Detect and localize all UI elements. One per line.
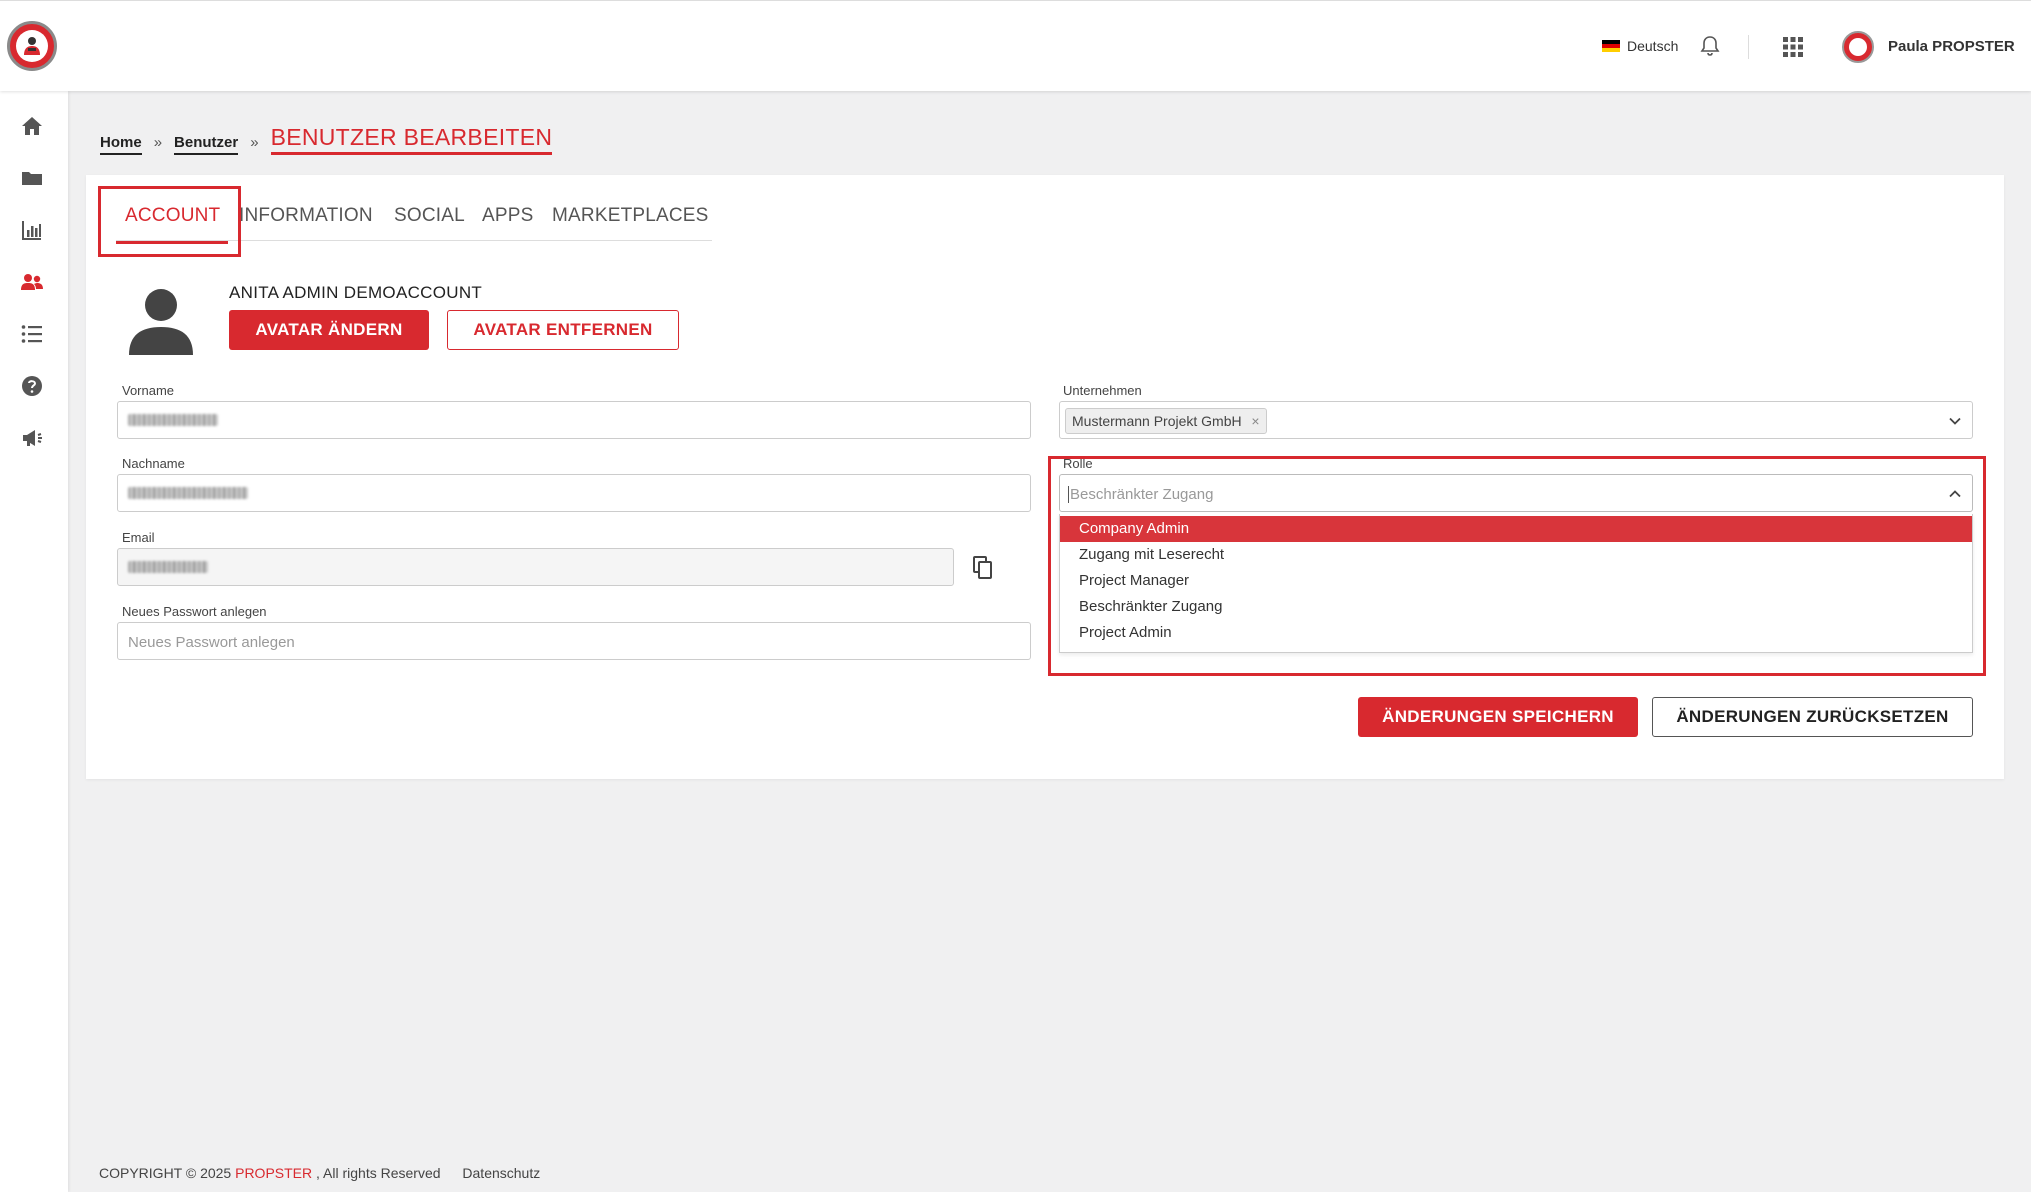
folder-icon[interactable] — [19, 165, 45, 191]
email-label: Email — [122, 530, 155, 545]
apps-grid-icon[interactable] — [1783, 37, 1803, 57]
copy-icon[interactable] — [972, 556, 994, 580]
logo-figure-icon — [24, 37, 40, 55]
email-value-redacted — [128, 561, 208, 573]
role-option-read-access[interactable]: Zugang mit Leserecht — [1060, 542, 1972, 568]
breadcrumb-home-link[interactable]: Home — [100, 134, 142, 155]
role-select[interactable]: Beschränkter Zugang — [1059, 474, 1973, 512]
breadcrumb: Home » Benutzer » BENUTZER BEARBEITEN — [100, 124, 553, 155]
password-placeholder: Neues Passwort anlegen — [128, 634, 295, 651]
tab-bar: ACCOUNT INFORMATION SOCIAL APPS MARKETPL… — [116, 205, 712, 241]
nachname-input[interactable] — [117, 474, 1031, 512]
breadcrumb-users-link[interactable]: Benutzer — [174, 134, 239, 155]
footer-brand-link[interactable]: PROPSTER — [235, 1165, 312, 1181]
privacy-link[interactable]: Datenschutz — [462, 1165, 540, 1181]
remove-avatar-button[interactable]: AVATAR ENTFERNEN — [447, 310, 679, 350]
tab-marketplaces[interactable]: MARKETPLACES — [552, 205, 709, 227]
chevron-down-icon — [1949, 417, 1961, 425]
list-icon[interactable] — [19, 321, 45, 347]
language-label: Deutsch — [1627, 38, 1679, 54]
breadcrumb-separator: » — [250, 134, 259, 151]
edit-user-card: ACCOUNT INFORMATION SOCIAL APPS MARKETPL… — [86, 175, 2004, 779]
nachname-value-redacted — [128, 487, 248, 499]
german-flag-icon — [1602, 40, 1620, 52]
user-name[interactable]: Paula PROPSTER — [1888, 38, 2015, 55]
change-avatar-button[interactable]: AVATAR ÄNDERN — [229, 310, 429, 350]
notification-bell-icon[interactable] — [1698, 34, 1722, 58]
company-label: Unternehmen — [1063, 383, 1142, 398]
user-avatar-placeholder-icon — [129, 289, 193, 355]
propster-logo[interactable] — [7, 21, 57, 71]
vorname-label: Vorname — [122, 383, 175, 398]
active-tab-indicator — [116, 241, 228, 244]
chart-icon[interactable] — [19, 217, 45, 243]
new-password-input[interactable]: Neues Passwort anlegen — [117, 622, 1031, 660]
save-changes-button[interactable]: ÄNDERUNGEN SPEICHERN — [1358, 697, 1638, 737]
header-divider — [1748, 35, 1749, 59]
role-option-project-admin[interactable]: Project Admin — [1060, 620, 1972, 646]
breadcrumb-separator: » — [153, 134, 163, 151]
tab-social[interactable]: SOCIAL — [394, 205, 465, 227]
reset-changes-button[interactable]: ÄNDERUNGEN ZURÜCKSETZEN — [1652, 697, 1973, 737]
users-icon[interactable] — [19, 269, 45, 295]
company-chip-label: Mustermann Projekt GmbH — [1072, 413, 1242, 429]
rights-text: , All rights Reserved — [316, 1165, 441, 1181]
remove-company-icon[interactable]: × — [1251, 409, 1259, 433]
home-icon[interactable] — [19, 113, 45, 139]
sidebar — [0, 91, 68, 1192]
role-option-project-manager[interactable]: Project Manager — [1060, 568, 1972, 594]
page-title: BENUTZER BEARBEITEN — [270, 124, 553, 155]
vorname-value-redacted — [128, 414, 218, 426]
role-placeholder: Beschränkter Zugang — [1068, 486, 1214, 503]
help-icon[interactable] — [19, 373, 45, 399]
language-selector[interactable]: Deutsch — [1602, 38, 1678, 54]
tab-account[interactable]: ACCOUNT — [125, 205, 220, 227]
company-select[interactable]: Mustermann Projekt GmbH × — [1059, 401, 1973, 439]
password-label: Neues Passwort anlegen — [122, 604, 267, 619]
role-label: Rolle — [1063, 456, 1093, 471]
company-chip: Mustermann Projekt GmbH × — [1065, 408, 1267, 434]
copyright-text: COPYRIGHT © 2025 — [99, 1165, 232, 1181]
role-option-restricted-access[interactable]: Beschränkter Zugang — [1060, 594, 1972, 620]
nachname-label: Nachname — [122, 456, 185, 471]
vorname-input[interactable] — [117, 401, 1031, 439]
role-dropdown-menu: Company Admin Zugang mit Leserecht Proje… — [1059, 514, 1973, 653]
megaphone-icon[interactable] — [19, 425, 45, 451]
email-input[interactable] — [117, 548, 954, 586]
chevron-up-icon — [1949, 490, 1961, 498]
user-avatar[interactable] — [1842, 31, 1874, 63]
footer: COPYRIGHT © 2025 PROPSTER , All rights R… — [99, 1165, 540, 1181]
top-bar: Deutsch Paula PROPSTER — [0, 0, 2031, 91]
tab-information[interactable]: INFORMATION — [239, 205, 373, 227]
role-option-company-admin[interactable]: Company Admin — [1060, 516, 1972, 542]
user-display-name: ANITA ADMIN DEMOACCOUNT — [229, 283, 483, 302]
tab-apps[interactable]: APPS — [482, 205, 534, 227]
